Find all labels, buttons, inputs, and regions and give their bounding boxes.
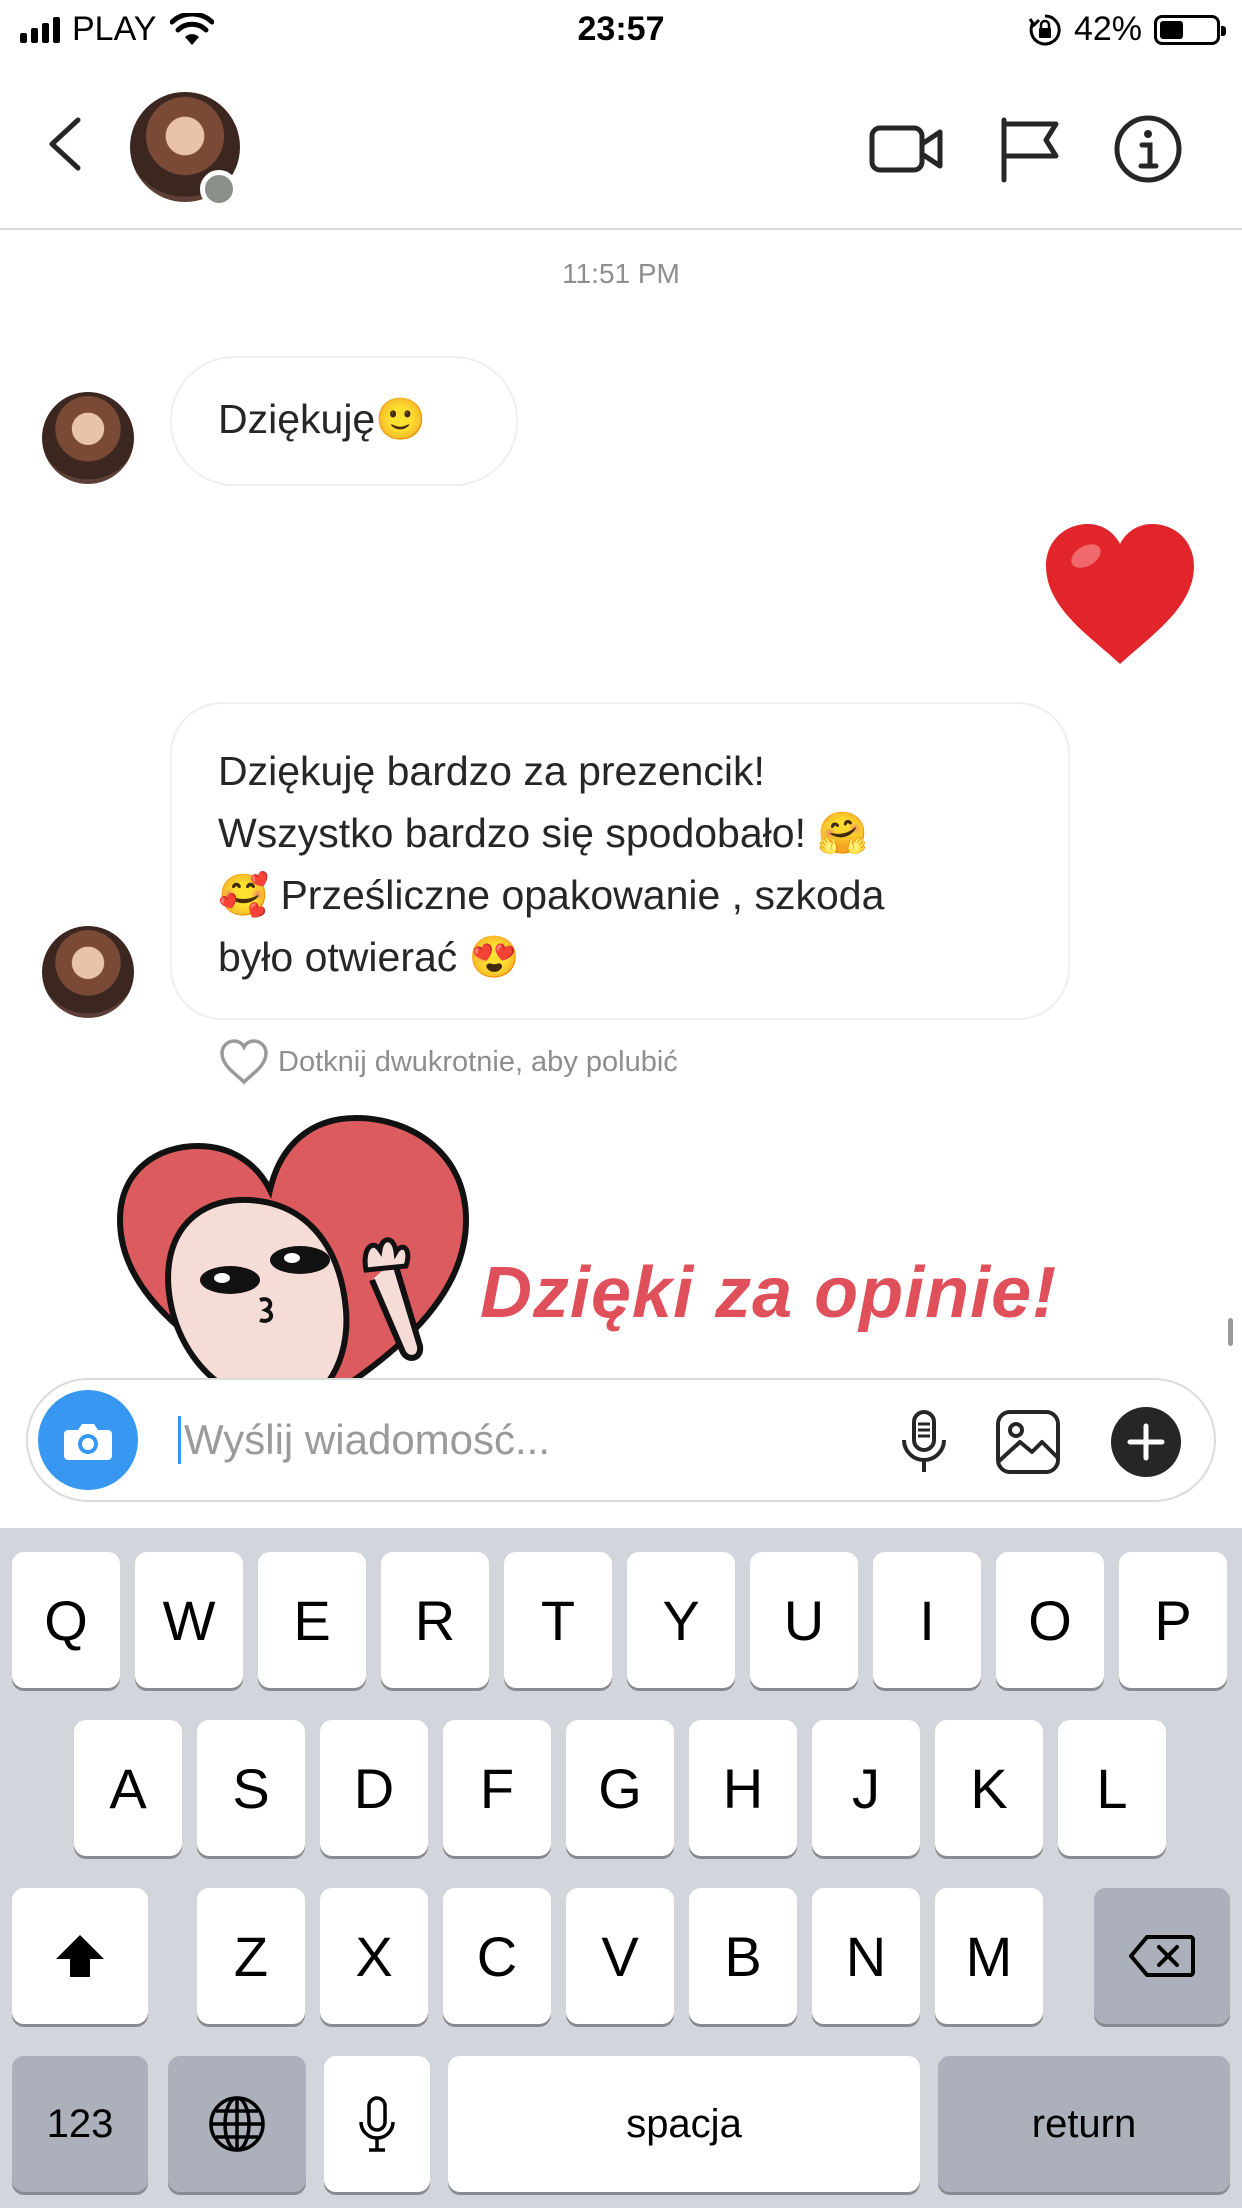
info-icon[interactable] [1108,114,1188,184]
key-l[interactable]: L [1058,1720,1166,1856]
key-w[interactable]: W [135,1552,243,1688]
microphone-icon[interactable] [888,1406,960,1478]
key-q[interactable]: Q [12,1552,120,1688]
key-s[interactable]: S [197,1720,305,1856]
key-y[interactable]: Y [627,1552,735,1688]
key-i[interactable]: I [873,1552,981,1688]
key-e[interactable]: E [258,1552,366,1688]
sender-avatar[interactable] [42,392,134,484]
scroll-indicator[interactable] [1228,1318,1233,1346]
message-composer [26,1378,1216,1502]
globe-key[interactable] [168,2056,306,2192]
backspace-key[interactable] [1094,1888,1230,2024]
space-key[interactable]: spacja [448,2056,920,2192]
camera-icon [64,1424,112,1460]
battery-icon [1154,14,1226,45]
camera-button[interactable] [38,1390,138,1490]
globe-icon [209,2096,265,2152]
shift-key[interactable] [12,1888,148,2024]
heart-outline-icon [220,1039,268,1085]
key-r[interactable]: R [381,1552,489,1688]
status-right: 42% [1028,10,1226,49]
key-j[interactable]: J [812,1720,920,1856]
battery-level [1160,20,1183,39]
key-o[interactable]: O [996,1552,1104,1688]
back-icon[interactable] [40,114,90,174]
numbers-key[interactable]: 123 [12,2056,148,2192]
chat-header [0,62,1242,230]
key-a[interactable]: A [74,1720,182,1856]
online-status-dot [200,170,238,208]
double-tap-like-hint[interactable]: Dotknij dwukrotnie, aby polubić [218,1038,678,1086]
status-bar: PLAY 23:57 42% [0,0,1242,62]
flag-icon[interactable] [990,114,1070,184]
key-m[interactable]: M [935,1888,1043,2024]
dictation-key[interactable] [324,2056,430,2192]
battery-percent: 42% [1073,10,1142,48]
key-k[interactable]: K [935,1720,1043,1856]
key-c[interactable]: C [443,1888,551,2024]
plus-icon[interactable] [1110,1406,1182,1478]
message-bubble[interactable]: Dziękuję🙂 [170,356,518,486]
keyboard: Q W E R T Y U I O P A S D F G H J K L Z … [0,1528,1242,2208]
key-g[interactable]: G [566,1720,674,1856]
message-timestamp: 11:51 PM [562,258,680,289]
key-z[interactable]: Z [197,1888,305,2024]
backspace-icon [1129,1935,1195,1977]
message-input[interactable] [184,1404,884,1476]
microphone-icon [359,2096,395,2152]
message-text: Dziękuję🙂 [218,396,427,442]
sender-avatar[interactable] [42,926,134,1018]
key-v[interactable]: V [566,1888,674,2024]
video-call-icon[interactable] [866,114,946,184]
heart-character-sticker [116,1114,470,1414]
text-caret [178,1416,181,1464]
message-bubble[interactable]: Dziękuję bardzo za prezencik! Wszystko b… [170,702,1070,1020]
message-line: było otwierać 😍 [218,934,520,980]
key-x[interactable]: X [320,1888,428,2024]
key-p[interactable]: P [1119,1552,1227,1688]
return-key[interactable]: return [938,2056,1230,2192]
message-line: Dziękuję bardzo za prezencik! [218,748,765,794]
key-f[interactable]: F [443,1720,551,1856]
heart-emoji-message[interactable] [1040,516,1200,676]
message-line: Wszystko bardzo się spodobało! 🤗 [218,810,869,856]
key-u[interactable]: U [750,1552,858,1688]
like-hint-text: Dotknij dwukrotnie, aby polubić [278,1045,678,1078]
key-h[interactable]: H [689,1720,797,1856]
key-b[interactable]: B [689,1888,797,2024]
key-n[interactable]: N [812,1888,920,2024]
rotation-lock-icon [1028,13,1061,45]
message-line: 🥰 Prześliczne opakowanie , szkoda [218,872,885,918]
shift-icon [56,1935,104,1977]
key-t[interactable]: T [504,1552,612,1688]
sticker-text: Dzięki za opinie! [480,1253,1058,1333]
key-d[interactable]: D [320,1720,428,1856]
gallery-icon[interactable] [992,1406,1064,1478]
